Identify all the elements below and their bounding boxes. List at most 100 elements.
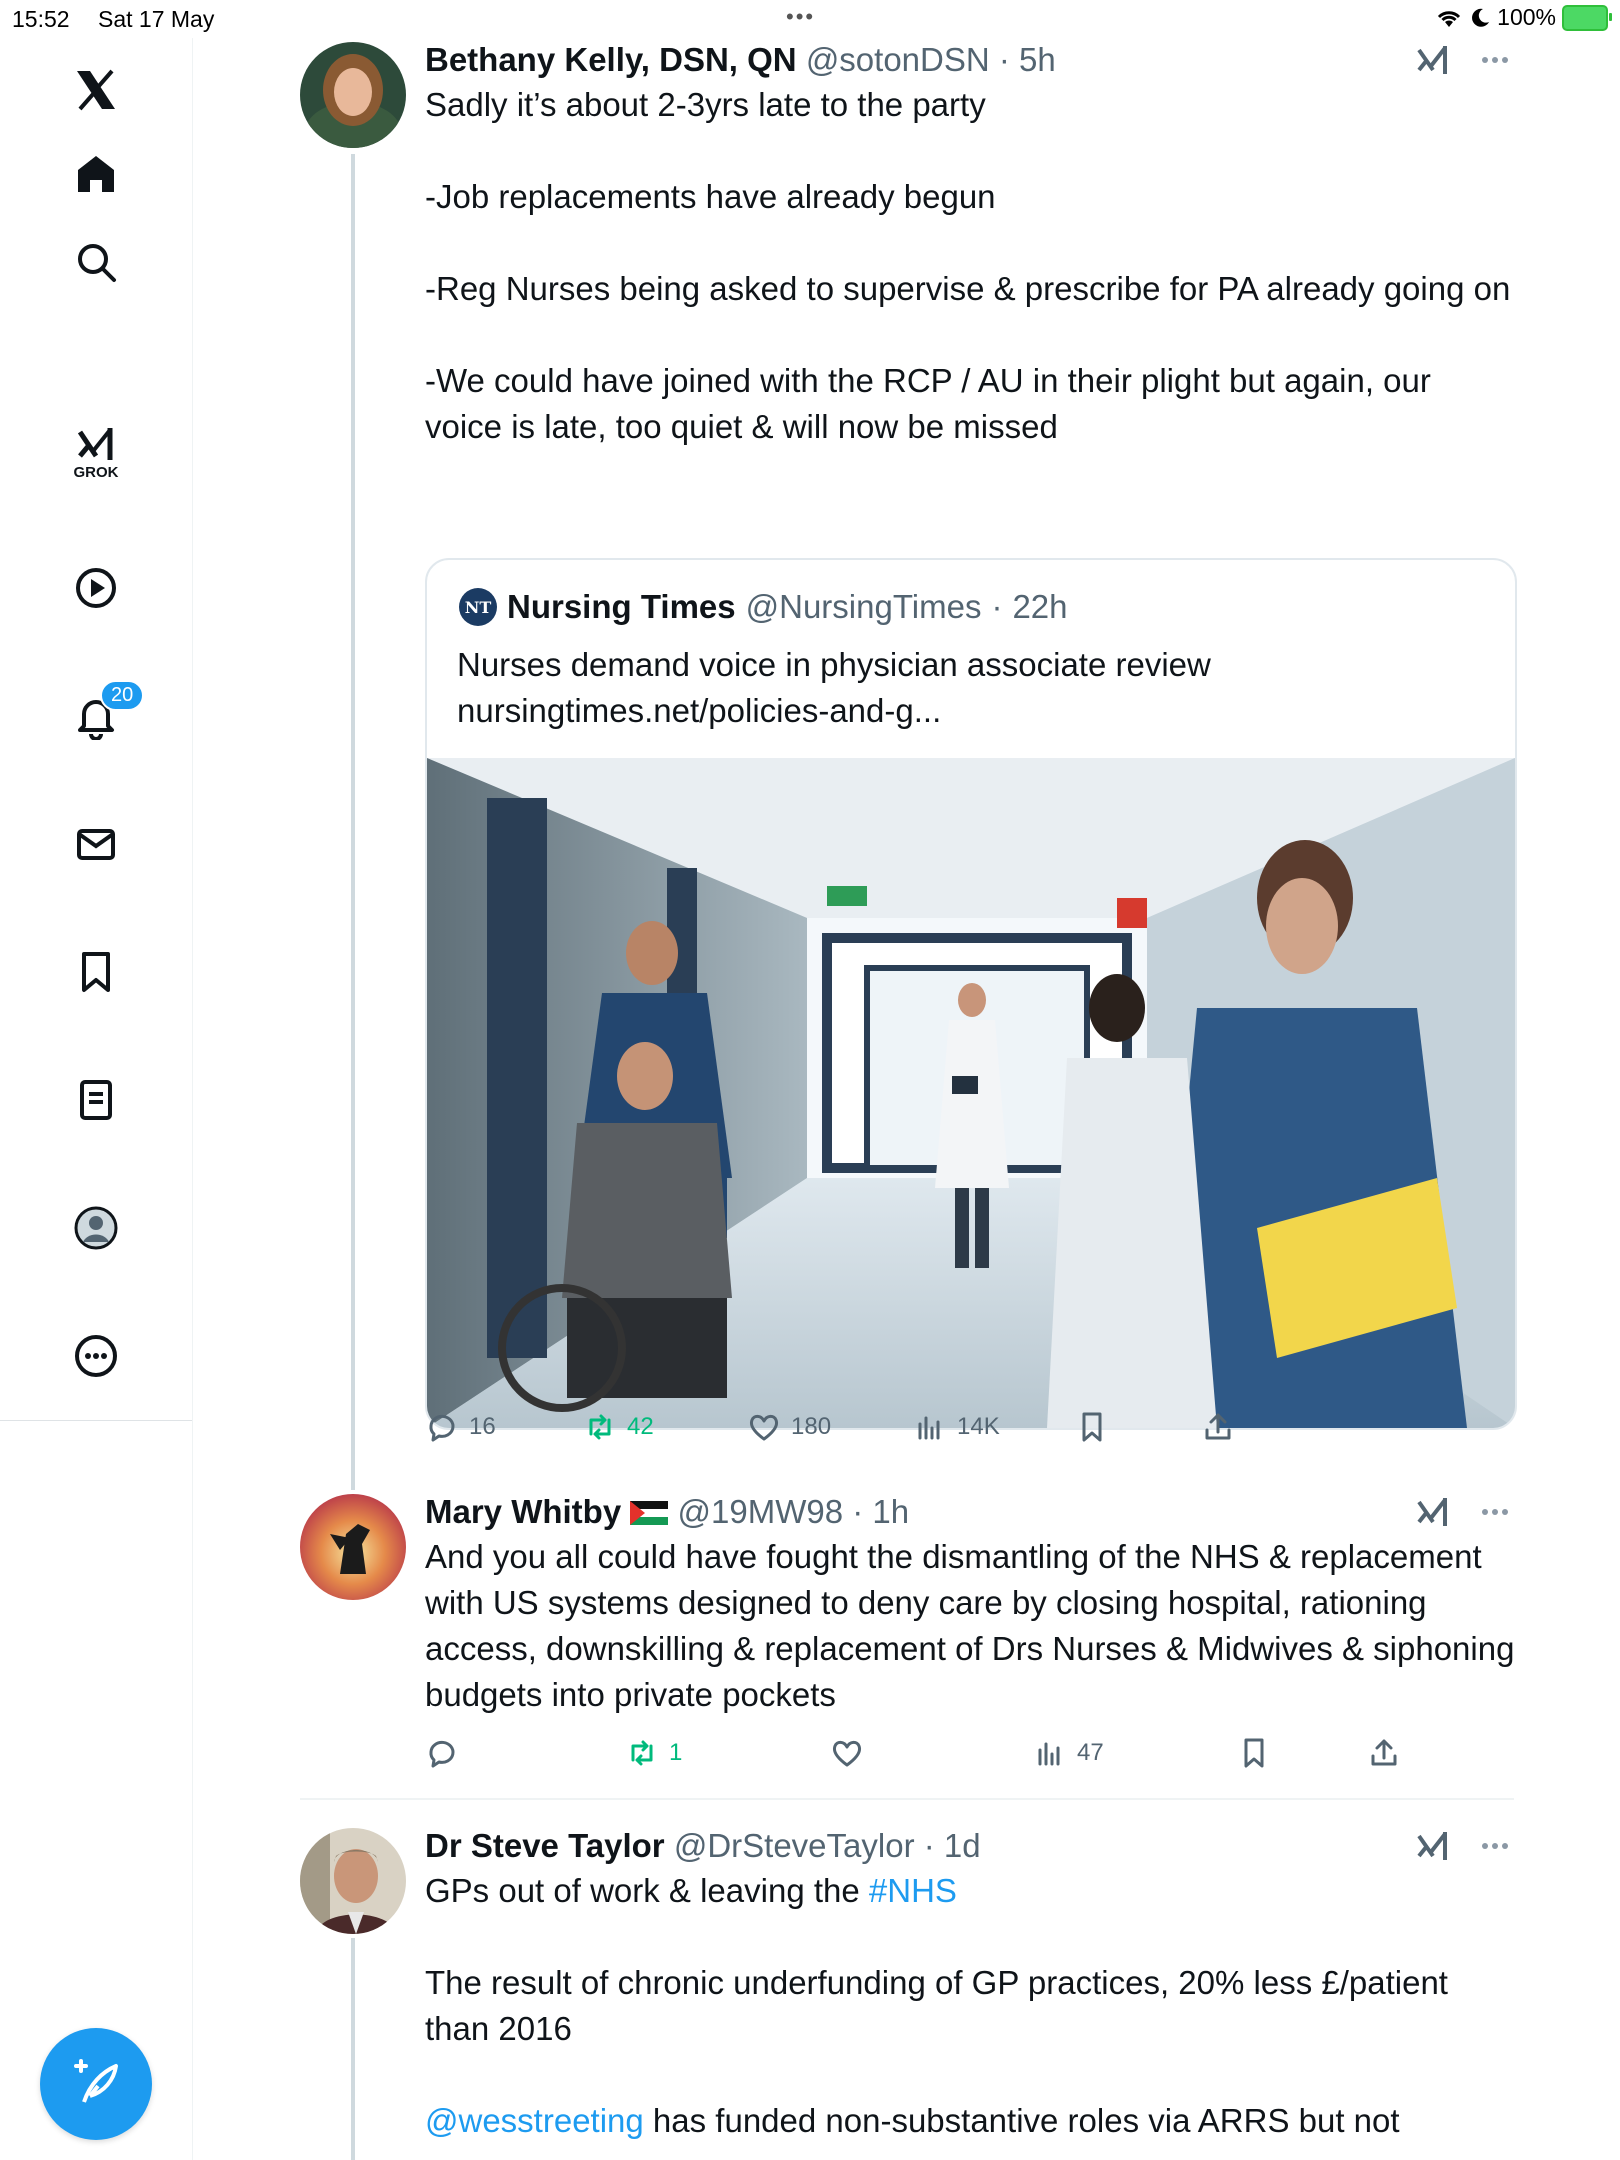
- grok-explain-icon[interactable]: [1413, 1826, 1453, 1866]
- post-text: GPs out of work & leaving the #NHS The r…: [425, 1868, 1515, 2144]
- more-options-icon[interactable]: [1475, 1828, 1515, 1864]
- grok-explain-icon[interactable]: [1413, 1492, 1453, 1532]
- x-logo-icon[interactable]: [66, 60, 126, 120]
- reply-count: 16: [469, 1413, 496, 1440]
- post-header: Bethany Kelly, DSN, QN @sotonDSN · 5h: [425, 41, 1056, 78]
- profile-icon[interactable]: [66, 1198, 126, 1258]
- views-button[interactable]: 47: [1033, 1736, 1104, 1770]
- reply-button[interactable]: 16: [425, 1410, 496, 1444]
- repost-button[interactable]: 42: [583, 1410, 654, 1444]
- moon-icon: [1472, 8, 1490, 27]
- hospital-corridor-image[interactable]: [427, 758, 1515, 1428]
- lists-icon[interactable]: [66, 1070, 126, 1130]
- multitask-dots[interactable]: •••: [786, 4, 815, 30]
- more-options-icon[interactable]: [1475, 42, 1515, 78]
- repost-count: 1: [669, 1739, 683, 1766]
- post-actions: 1 47: [425, 1736, 1515, 1776]
- battery-icon: [1562, 4, 1612, 31]
- analytics-icon: [918, 1416, 940, 1440]
- compose-feather-icon: [74, 2059, 118, 2103]
- quoted-post[interactable]: NT Nursing Times @NursingTimes · 22h Nurse…: [425, 558, 1517, 1430]
- more-icon[interactable]: [66, 1326, 126, 1386]
- post-header: Mary Whitby @19MW98 · 1h: [425, 1493, 910, 1530]
- sidebar: GROK 20: [0, 38, 193, 2160]
- repost-button[interactable]: 1: [625, 1736, 682, 1770]
- bookmarks-icon[interactable]: [66, 942, 126, 1002]
- grok-explain-icon[interactable]: [1413, 40, 1453, 80]
- post-header: Dr Steve Taylor @DrSteveTaylor · 1d: [425, 1827, 981, 1864]
- share-icon: [1205, 1413, 1231, 1440]
- bookmark-button[interactable]: [1237, 1736, 1271, 1770]
- quoted-author-name: Nursing Times: [507, 588, 736, 625]
- messages-icon[interactable]: [66, 814, 126, 874]
- quoted-headline: Nurses demand voice in physician associa…: [457, 646, 1211, 683]
- post-bethany-kelly[interactable]: Bethany Kelly, DSN, QN @sotonDSN · 5h Sa…: [300, 40, 1517, 1460]
- palestine-flag-icon: [630, 1501, 669, 1525]
- status-date: Sat 17 May: [98, 6, 215, 32]
- share-icon: [1371, 1739, 1397, 1766]
- view-count: 47: [1077, 1739, 1104, 1766]
- post-time[interactable]: 1h: [872, 1493, 909, 1530]
- post-text-paragraph: @wesstreeting has funded non-substantive…: [425, 2098, 1515, 2144]
- post-text: Sadly it’s about 2-3yrs late to the part…: [425, 86, 1511, 445]
- post-actions: 16 42 180 14K: [425, 1410, 1515, 1450]
- share-button[interactable]: [1367, 1736, 1401, 1770]
- avatar[interactable]: [300, 42, 406, 148]
- quoted-post-header: NT Nursing Times @NursingTimes · 22h: [459, 588, 1068, 626]
- reply-icon: [429, 1414, 455, 1442]
- quoted-author-handle: @NursingTimes: [745, 588, 982, 625]
- repost-icon: [589, 1414, 611, 1440]
- grok-icon[interactable]: GROK: [66, 416, 126, 481]
- bookmark-icon: [1244, 1738, 1264, 1768]
- avatar[interactable]: [300, 1828, 406, 1934]
- repost-icon: [631, 1740, 653, 1766]
- wifi-icon: [1438, 10, 1461, 27]
- author-name[interactable]: Dr Steve Taylor: [425, 1827, 665, 1864]
- hashtag-link[interactable]: #NHS: [869, 1872, 957, 1909]
- analytics-icon: [1038, 1742, 1060, 1766]
- search-icon[interactable]: [66, 232, 126, 292]
- like-button[interactable]: 180: [747, 1410, 831, 1444]
- more-options-icon[interactable]: [1475, 1494, 1515, 1530]
- post-text-paragraph: The result of chronic underfunding of GP…: [425, 1964, 1448, 2047]
- battery-percent: 100%: [1497, 4, 1556, 30]
- nursing-times-logo: NT: [459, 588, 497, 626]
- post-mary-whitby[interactable]: Mary Whitby @19MW98 · 1h And you all cou…: [300, 1492, 1516, 1782]
- grok-label: GROK: [73, 464, 119, 481]
- author-name[interactable]: Mary Whitby: [425, 1493, 621, 1530]
- repost-count: 42: [627, 1413, 654, 1440]
- post-text-segment: has funded non-substantive roles via ARR…: [643, 2102, 1400, 2139]
- post-time[interactable]: 1d: [944, 1827, 981, 1864]
- sidebar-divider: [0, 1420, 192, 1421]
- post-divider: [300, 1798, 1514, 1800]
- post-time[interactable]: 5h: [1019, 41, 1056, 78]
- quoted-post-text: Nurses demand voice in physician associa…: [457, 642, 1477, 734]
- bookmark-icon: [1082, 1412, 1102, 1442]
- like-button[interactable]: [830, 1736, 874, 1770]
- notifications-icon[interactable]: 20: [66, 680, 145, 746]
- reply-button[interactable]: [425, 1736, 469, 1770]
- post-text-line: GPs out of work & leaving the #NHS: [425, 1868, 1515, 1914]
- status-time: 15:52: [12, 6, 70, 32]
- post-text-segment: GPs out of work & leaving the: [425, 1872, 869, 1909]
- author-handle[interactable]: @DrSteveTaylor: [674, 1827, 915, 1864]
- quoted-link[interactable]: nursingtimes.net/policies-and-g...: [457, 688, 1477, 734]
- video-icon[interactable]: [66, 558, 126, 618]
- reply-icon: [429, 1740, 455, 1768]
- heart-icon: [832, 1740, 862, 1767]
- bookmark-button[interactable]: [1075, 1410, 1109, 1444]
- like-count: 180: [791, 1413, 832, 1440]
- home-icon[interactable]: [66, 144, 126, 204]
- mention-link[interactable]: @wesstreeting: [425, 2102, 644, 2139]
- compose-post-button[interactable]: [40, 2028, 152, 2140]
- quoted-post-time: 22h: [1012, 588, 1068, 625]
- notification-badge: 20: [100, 680, 145, 711]
- author-name[interactable]: Bethany Kelly, DSN, QN: [425, 41, 797, 78]
- view-count: 14K: [957, 1413, 1000, 1440]
- author-handle[interactable]: @19MW98: [678, 1493, 844, 1530]
- author-handle[interactable]: @sotonDSN: [806, 41, 990, 78]
- avatar[interactable]: [300, 1494, 406, 1600]
- share-button[interactable]: [1201, 1410, 1235, 1444]
- views-button[interactable]: 14K: [913, 1410, 1000, 1444]
- post-dr-steve-taylor[interactable]: Dr Steve Taylor @DrSteveTaylor · 1d GPs …: [300, 1826, 1516, 2160]
